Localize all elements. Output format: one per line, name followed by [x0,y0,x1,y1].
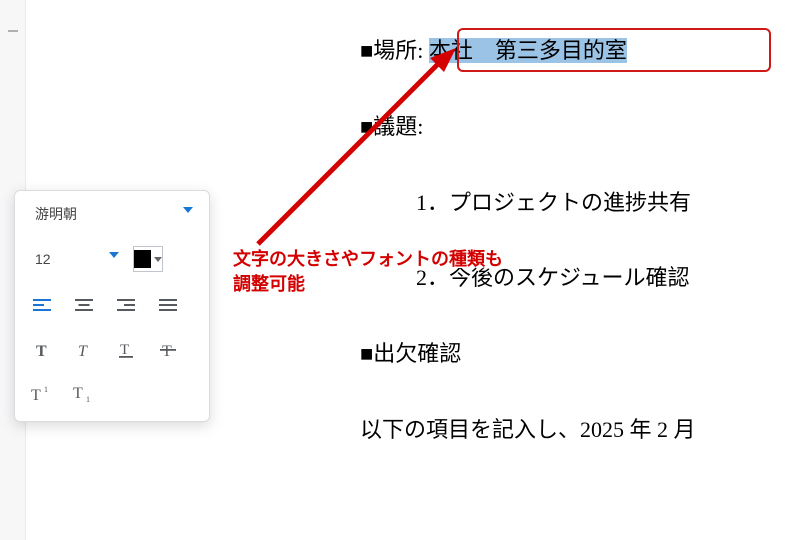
document-body[interactable]: ■場所: 本社 第三多目的室 ■議題: 1．プロジェクトの進捗共有 2．今後のス… [360,30,799,451]
agenda-label: ■議題: [360,114,423,139]
text-style-row: T T T T [27,335,197,365]
attendance-label: ■出欠確認 [360,341,461,366]
agenda-item-2[interactable]: 2．今後のスケジュール確認 [360,257,799,299]
subscript-button[interactable]: T 1 [69,379,99,409]
ruler-mark [8,30,18,32]
toolbar-divider [23,235,201,236]
svg-text:T: T [31,387,41,403]
chevron-down-icon [183,207,193,213]
font-family-value: 游明朝 [35,206,77,222]
superscript-button[interactable]: T 1 [27,379,57,409]
font-color-picker[interactable] [133,246,163,272]
location-value-selected[interactable]: 本社 第三多目的室 [429,38,627,63]
svg-text:T: T [162,343,172,359]
location-line[interactable]: ■場所: 本社 第三多目的室 [360,30,799,72]
agenda-item-text: 2．今後のスケジュール確認 [416,265,689,290]
align-right-button[interactable] [111,291,141,321]
align-left-button[interactable] [27,291,57,321]
footer-text: 以下の項目を記入し、2025 年 2 月 [360,417,696,442]
alignment-row [27,291,197,321]
svg-text:T: T [78,343,88,359]
align-justify-button[interactable] [153,291,183,321]
toolbar-divider [23,280,201,281]
italic-button[interactable]: T [69,335,99,365]
svg-text:T: T [36,343,47,359]
agenda-item-1[interactable]: 1．プロジェクトの進捗共有 [360,182,799,224]
align-center-button[interactable] [69,291,99,321]
svg-text:T: T [120,342,129,358]
chevron-down-icon [154,257,162,262]
format-toolbar: 游明朝 12 [14,190,210,422]
strikethrough-button[interactable]: T [153,335,183,365]
color-swatch-icon [134,250,151,268]
font-size-dropdown[interactable]: 12 [27,246,123,272]
chevron-down-icon [109,252,119,258]
agenda-label-line[interactable]: ■議題: [360,106,799,148]
underline-button[interactable]: T [111,335,141,365]
script-row: T 1 T 1 [27,379,197,409]
footer-line[interactable]: 以下の項目を記入し、2025 年 2 月 [360,409,799,451]
agenda-item-text: 1．プロジェクトの進捗共有 [416,190,691,215]
font-size-value: 12 [35,251,51,267]
font-family-dropdown[interactable]: 游明朝 [27,201,197,227]
svg-text:1: 1 [86,395,90,403]
annotation-line2: 調整可能 [233,274,305,294]
svg-text:1: 1 [44,385,48,394]
bold-button[interactable]: T [27,335,57,365]
svg-text:T: T [73,385,83,402]
attendance-label-line[interactable]: ■出欠確認 [360,333,799,375]
location-label: ■場所: [360,38,423,63]
